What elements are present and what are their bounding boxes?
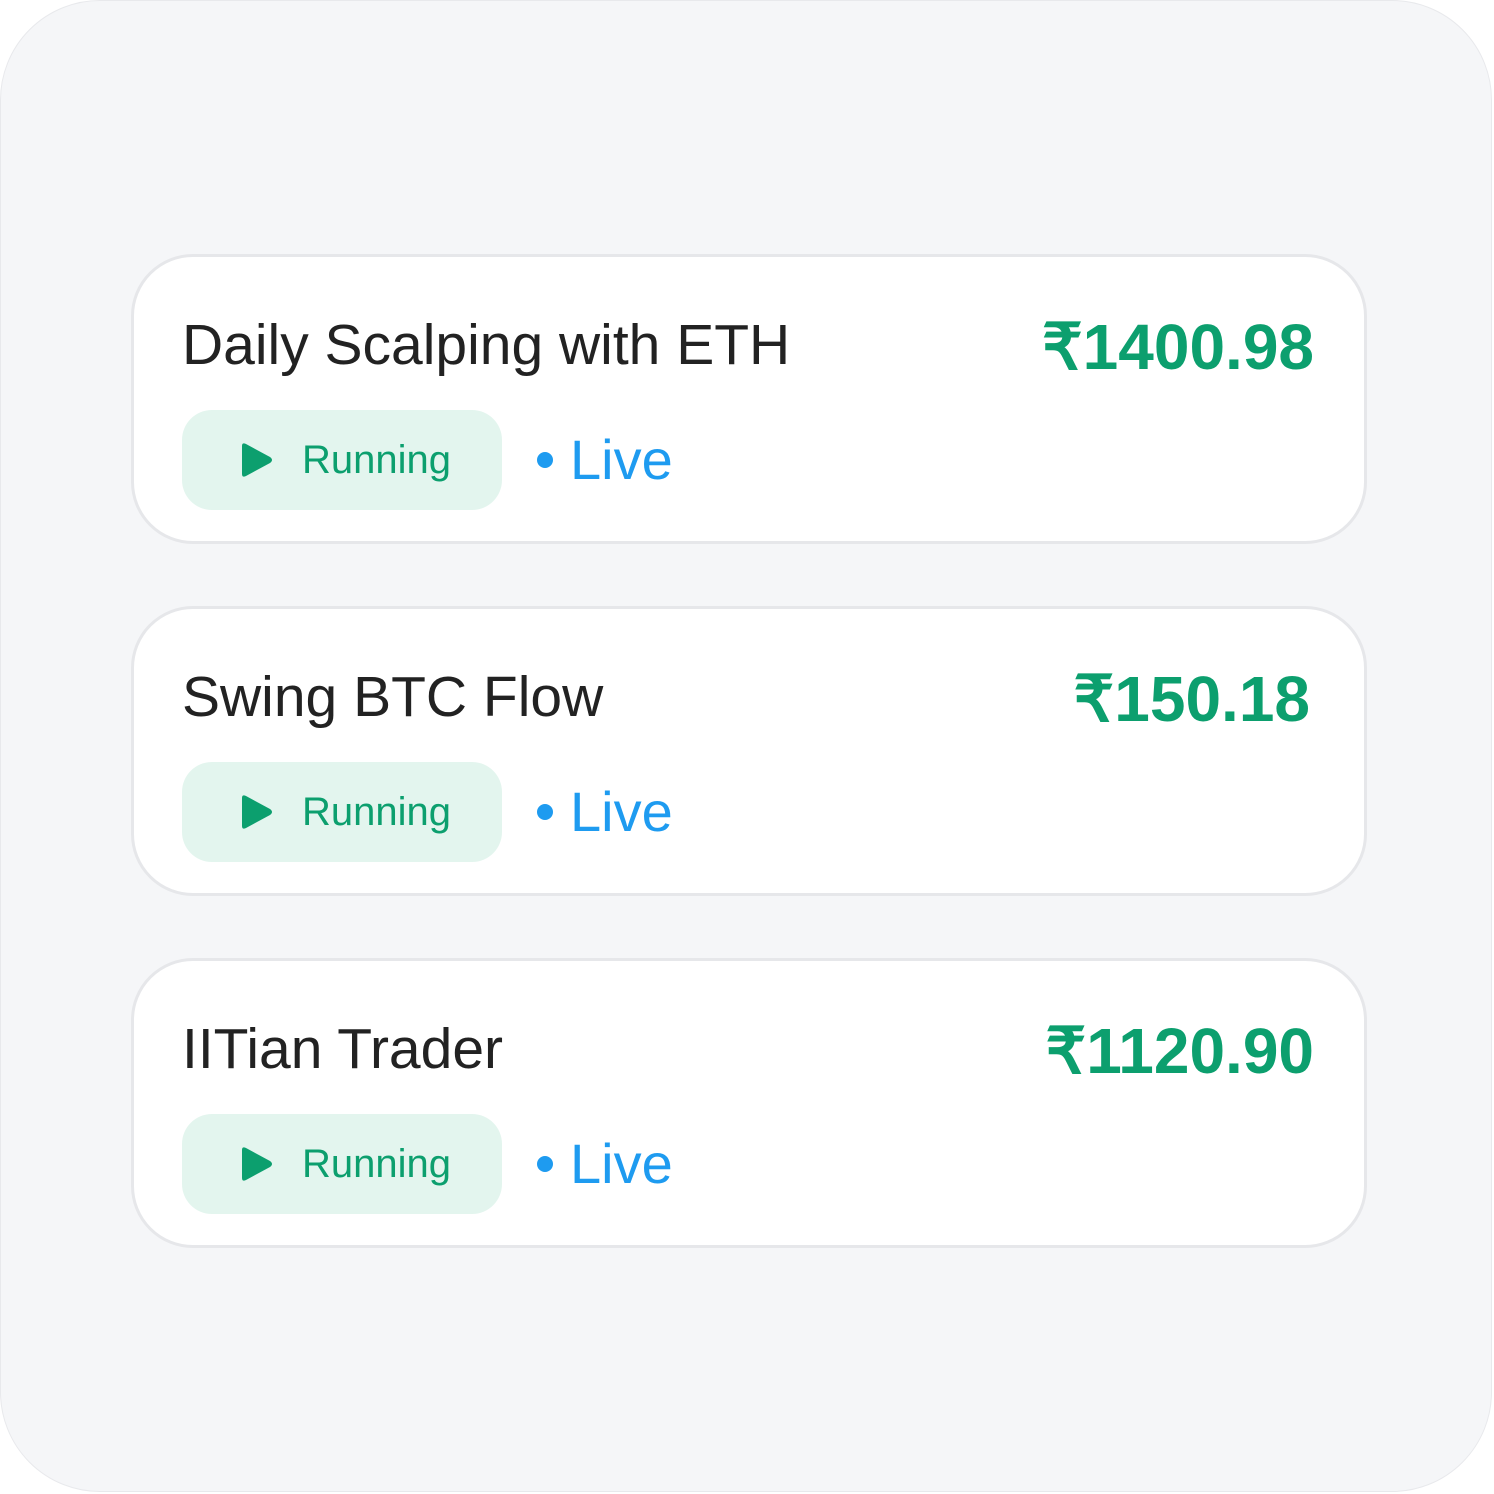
strategy-pnl-amount: ₹1120.90 — [1045, 1015, 1314, 1087]
strategy-pnl-amount: ₹150.18 — [1073, 663, 1310, 735]
live-mode-label: Live — [570, 428, 673, 491]
strategy-card[interactable]: Swing BTC Flow ₹150.18 Running Live — [131, 606, 1367, 896]
strategy-title: IITian Trader — [182, 1017, 504, 1081]
strategy-card[interactable]: IITian Trader ₹1120.90 Running Live — [131, 958, 1367, 1248]
play-icon — [242, 1147, 272, 1181]
running-status-badge[interactable]: Running — [182, 762, 502, 862]
running-status-badge[interactable]: Running — [182, 1114, 502, 1214]
strategy-pnl-amount: ₹1400.98 — [1041, 311, 1314, 383]
strategy-title: Daily Scalping with ETH — [182, 313, 791, 377]
live-mode-label: Live — [570, 780, 673, 843]
status-label: Running — [302, 790, 452, 834]
play-icon — [242, 795, 272, 829]
live-mode-label: Live — [570, 1132, 673, 1195]
strategy-list-panel: Daily Scalping with ETH ₹1400.98 Running… — [0, 0, 1492, 1492]
play-icon — [242, 443, 272, 477]
live-indicator-dot — [537, 804, 553, 820]
strategy-title: Swing BTC Flow — [182, 665, 604, 729]
status-label: Running — [302, 1142, 452, 1186]
live-indicator-dot — [537, 452, 553, 468]
strategy-card[interactable]: Daily Scalping with ETH ₹1400.98 Running… — [131, 254, 1367, 544]
live-indicator-dot — [537, 1156, 553, 1172]
running-status-badge[interactable]: Running — [182, 410, 502, 510]
status-label: Running — [302, 438, 452, 482]
